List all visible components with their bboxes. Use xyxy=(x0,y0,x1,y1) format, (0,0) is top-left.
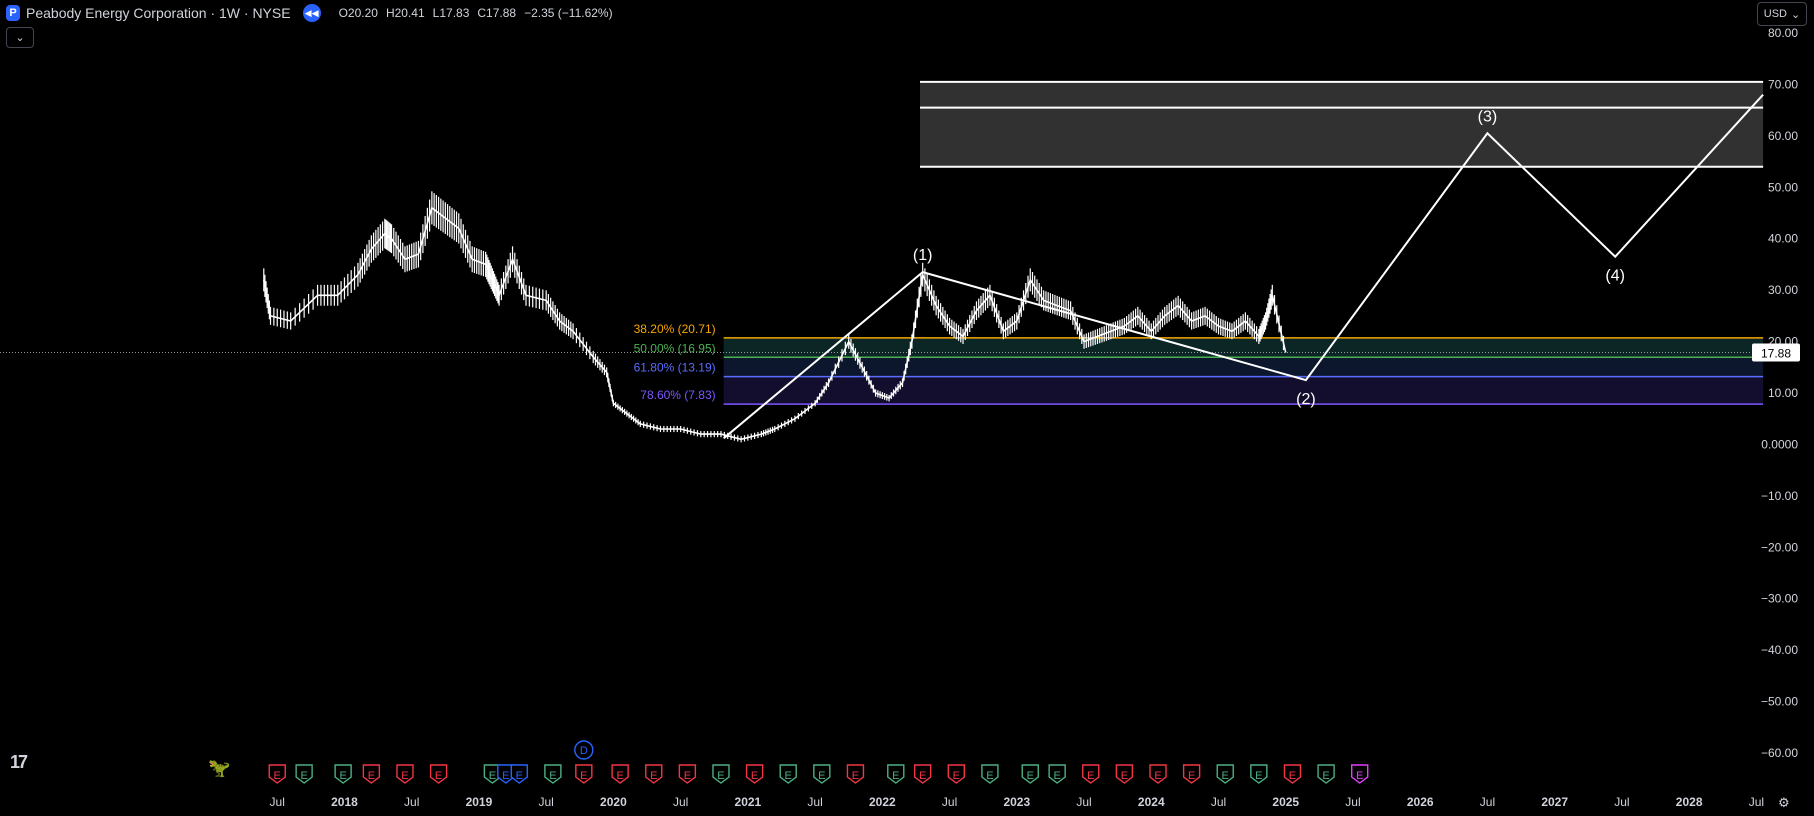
earnings-marker-label: E xyxy=(1027,770,1034,782)
earnings-marker-label: E xyxy=(274,770,281,782)
target-zone[interactable] xyxy=(919,81,1764,167)
fib-band xyxy=(723,376,1764,405)
x-tick-label: Jul xyxy=(270,795,285,809)
earnings-marker-label: E xyxy=(986,770,993,782)
x-tick-label: Jul xyxy=(673,795,688,809)
y-tick-label: 40.00 xyxy=(1768,232,1798,246)
earnings-marker-label: E xyxy=(1356,770,1363,782)
fib-level-label: 38.20% (20.71) xyxy=(634,322,716,336)
earnings-marker-label: E xyxy=(300,770,307,782)
earnings-marker-label: E xyxy=(1121,770,1128,782)
y-tick-label: −10.00 xyxy=(1761,489,1798,503)
fib-level-label: 78.60% (7.83) xyxy=(640,388,715,402)
earnings-marker-label: E xyxy=(368,770,375,782)
x-tick-label: 2025 xyxy=(1272,795,1299,809)
dino-icon[interactable]: 🦖 xyxy=(208,758,230,779)
x-tick-label: Jul xyxy=(942,795,957,809)
price-chart[interactable]: 80.0070.0060.0050.0040.0030.0020.0010.00… xyxy=(0,0,1814,816)
fib-level-label: 61.80% (13.19) xyxy=(634,361,716,375)
y-tick-label: −40.00 xyxy=(1761,643,1798,657)
x-tick-label: Jul xyxy=(807,795,822,809)
earnings-marker-label: E xyxy=(684,770,691,782)
earnings-marker-label: E xyxy=(919,770,926,782)
x-tick-label: Jul xyxy=(1076,795,1091,809)
last-price-label: 17.88 xyxy=(1761,346,1791,360)
y-tick-label: 50.00 xyxy=(1768,180,1798,194)
earnings-marker-label: E xyxy=(717,770,724,782)
earnings-marker-label: E xyxy=(580,770,587,782)
earnings-marker-label: E xyxy=(401,770,408,782)
x-tick-label: 2018 xyxy=(331,795,358,809)
earnings-marker-label: E xyxy=(516,770,523,782)
y-tick-label: −30.00 xyxy=(1761,592,1798,606)
earnings-marker-label: E xyxy=(1255,770,1262,782)
x-tick-label: Jul xyxy=(1345,795,1360,809)
earnings-marker-label: E xyxy=(1188,770,1195,782)
fib-level-label: 50.00% (16.95) xyxy=(634,341,716,355)
earnings-marker-label: E xyxy=(1289,770,1296,782)
fib-band xyxy=(723,337,1764,358)
x-tick-label: 2026 xyxy=(1407,795,1434,809)
x-tick-label: 2027 xyxy=(1541,795,1568,809)
x-tick-label: Jul xyxy=(1211,795,1226,809)
wave-label: (3) xyxy=(1478,108,1498,125)
y-tick-label: −50.00 xyxy=(1761,695,1798,709)
x-tick-label: 2020 xyxy=(600,795,627,809)
x-tick-label: Jul xyxy=(1480,795,1495,809)
x-tick-label: Jul xyxy=(404,795,419,809)
x-tick-label: 2023 xyxy=(1003,795,1030,809)
wave-label: (1) xyxy=(913,247,933,264)
x-tick-label: 2028 xyxy=(1676,795,1703,809)
earnings-marker-label: E xyxy=(785,770,792,782)
earnings-marker-label: E xyxy=(751,770,758,782)
earnings-marker-label: E xyxy=(339,770,346,782)
wave-label: (4) xyxy=(1605,268,1625,285)
y-tick-label: 70.00 xyxy=(1768,77,1798,91)
earnings-marker-label: E xyxy=(1154,770,1161,782)
y-tick-label: −20.00 xyxy=(1761,540,1798,554)
tradingview-logo-icon[interactable]: 17 xyxy=(10,752,28,773)
y-tick-label: 0.0000 xyxy=(1761,437,1798,451)
y-tick-label: 30.00 xyxy=(1768,283,1798,297)
y-tick-label: 80.00 xyxy=(1768,26,1798,40)
earnings-marker-label: E xyxy=(892,770,899,782)
dividend-marker-label: D xyxy=(580,745,588,757)
y-tick-label: 10.00 xyxy=(1768,386,1798,400)
earnings-marker-label: E xyxy=(435,770,442,782)
earnings-marker-label: E xyxy=(489,770,496,782)
x-tick-label: 2022 xyxy=(869,795,896,809)
x-tick-label: 2024 xyxy=(1138,795,1165,809)
fib-band xyxy=(723,357,1764,377)
earnings-marker-label: E xyxy=(502,770,509,782)
x-tick-label: Jul xyxy=(1614,795,1629,809)
earnings-marker-label: E xyxy=(1222,770,1229,782)
earnings-marker-label: E xyxy=(1087,770,1094,782)
earnings-marker-label: E xyxy=(549,770,556,782)
y-tick-label: 60.00 xyxy=(1768,129,1798,143)
earnings-marker-label: E xyxy=(650,770,657,782)
earnings-marker-label: E xyxy=(852,770,859,782)
earnings-marker-label: E xyxy=(616,770,623,782)
earnings-marker-label: E xyxy=(818,770,825,782)
x-tick-label: 2019 xyxy=(466,795,493,809)
x-tick-label: Jul xyxy=(538,795,553,809)
earnings-marker-label: E xyxy=(953,770,960,782)
x-tick-label: Jul xyxy=(1749,795,1764,809)
y-tick-label: −60.00 xyxy=(1761,746,1798,760)
gear-icon[interactable]: ⚙ xyxy=(1778,795,1790,811)
x-tick-label: 2021 xyxy=(735,795,762,809)
wave-label: (2) xyxy=(1296,391,1316,408)
earnings-marker-label: E xyxy=(1322,770,1329,782)
earnings-marker-label: E xyxy=(1053,770,1060,782)
